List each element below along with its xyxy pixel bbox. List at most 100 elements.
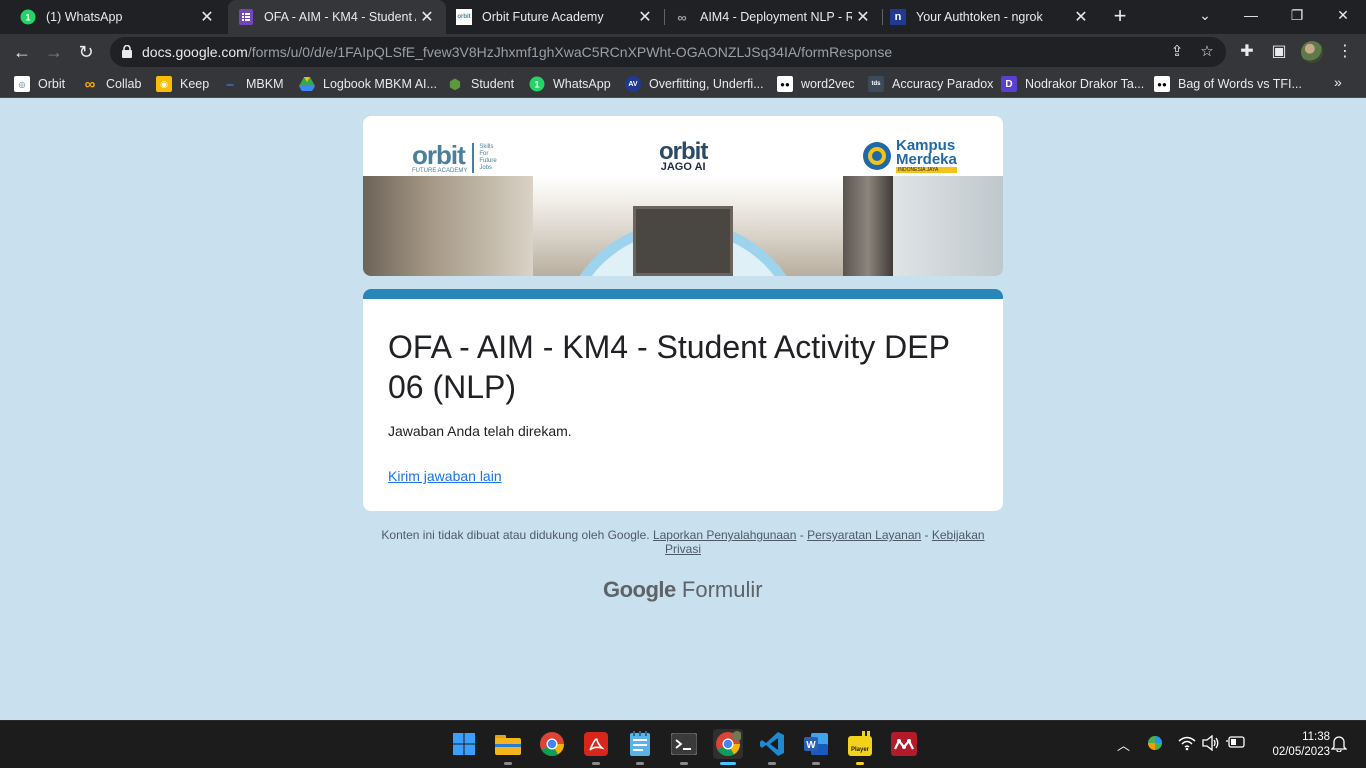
star-icon[interactable]: ☆ [1198,43,1216,61]
taskbar-file-explorer[interactable] [493,729,523,765]
bookmark-logbook[interactable]: Logbook MBKM AI... [299,75,437,93]
taskbar-mendeley[interactable] [889,729,919,759]
mbkm-icon: ▬ [226,80,234,88]
logo-tagline: Skills For Future Jobs [479,144,496,172]
url-text[interactable]: docs.google.com/forms/u/0/d/e/1FAIpQLSfE… [142,44,892,60]
show-hidden-icons-button[interactable]: ︿ [1117,735,1130,754]
bookmark-label: Orbit [38,77,66,91]
side-panel-icon[interactable]: ▣ [1269,42,1289,62]
terms-link[interactable]: Persyaratan Layanan [807,528,921,542]
tab-title: Orbit Future Academy [482,10,604,24]
bookmark-orbit[interactable]: ◎ Orbit [14,75,65,93]
tut-wuri-handayani-icon [863,142,891,170]
address-bar[interactable]: docs.google.com/forms/u/0/d/e/1FAIpQLSfE… [110,37,1226,67]
tab-whatsapp[interactable]: 1 (1) WhatsApp ✕ [0,0,226,34]
keep-icon: ◉ [156,76,172,92]
forward-button[interactable]: → [42,40,66,64]
tagline-line: For [479,150,489,157]
medium-icon: ●● [777,76,793,92]
wifi-icon[interactable] [1178,735,1196,754]
reload-icon: ↻ [78,42,94,62]
share-icon[interactable]: ⇪ [1168,43,1186,61]
taskbar-word[interactable]: W [801,729,831,765]
bookmarks-bar: ◎ Orbit ∞ Collab ◉ Keep ▬ MBKM Logbook MBKM … [0,70,1366,98]
tab-title: OFA - AIM - KM4 - Student Ac [264,10,416,24]
volume-icon[interactable] [1202,734,1220,754]
bookmark-label: Overfitting, Underfi... [649,77,764,91]
running-indicator [592,762,600,765]
confirmation-message: Jawaban Anda telah direkam. [388,423,572,439]
orbit-icon: orbit [456,9,472,25]
orbit-icon: ◎ [14,76,30,92]
bookmark-mbkm[interactable]: ▬ MBKM [222,75,284,93]
disclaimer-text: Konten ini tidak dibuat atau didukung ol… [381,528,650,542]
taskbar-vscode[interactable] [757,729,787,765]
chrome-icon [540,732,564,757]
close-icon[interactable]: ✕ [1070,7,1092,27]
google-forms-logo[interactable]: Google Formulir [603,577,763,603]
tab-orbit[interactable]: orbit Orbit Future Academy ✕ [446,0,664,34]
minimize-button[interactable]: — [1228,0,1274,32]
report-abuse-link[interactable]: Laporkan Penyalahgunaan [653,528,796,542]
new-tab-button[interactable]: + [1108,4,1132,30]
taskbar-potplayer[interactable]: Player [845,729,875,765]
notification-button[interactable] [1330,734,1348,755]
google-drive-icon [299,76,315,92]
taskbar-notepad[interactable] [625,729,655,765]
browser-toolbar: ← → ↻ docs.google.com/forms/u/0/d/e/1FAI… [0,34,1366,70]
tab-strip: 1 (1) WhatsApp ✕ OFA - AIM - KM4 - Stude… [0,0,1366,34]
tab-google-form[interactable]: OFA - AIM - KM4 - Student Ac ✕ [228,0,446,34]
reload-button[interactable]: ↻ [74,40,98,64]
puzzle-icon[interactable]: ✚ [1237,42,1257,62]
close-window-button[interactable]: ✕ [1320,0,1366,32]
restore-button[interactable]: ❐ [1274,0,1320,32]
close-icon[interactable]: ✕ [852,7,874,27]
windows-taskbar: W Player ︿ 11:38 02/05/2023 [0,720,1366,768]
avatar[interactable] [1301,41,1323,63]
tab-ngrok[interactable]: n Your Authtoken - ngrok ✕ [882,0,1100,34]
bookmark-nodrakor[interactable]: D Nodrakor Drakor Ta... [1001,75,1144,93]
taskbar-chrome-profile[interactable] [713,729,743,765]
tab-search-button[interactable]: ⌄ [1182,0,1228,32]
svg-text:1: 1 [25,13,30,23]
taskbar-acrobat[interactable] [581,729,611,765]
start-button[interactable] [449,729,479,759]
running-indicator [504,762,512,765]
form-header-image: orbit FUTURE ACADEMY Skills For Future J… [363,116,1003,276]
submit-another-response-link[interactable]: Kirim jawaban lain [388,468,502,484]
tagline-line: Future [479,157,497,164]
close-icon[interactable]: ✕ [196,7,218,27]
taskbar-terminal[interactable] [669,729,699,765]
bookmark-student[interactable]: ⬢ Student [447,75,514,93]
close-icon[interactable]: ✕ [416,7,438,27]
svg-text:Player: Player [851,747,870,753]
acrobat-icon [584,732,608,756]
vscode-icon [760,732,784,756]
bookmark-word2vec[interactable]: ●● word2vec [777,75,855,93]
bookmark-bagofwords[interactable]: ●● Bag of Words vs TFI... [1154,75,1302,93]
bookmark-label: Bag of Words vs TFI... [1178,77,1302,91]
bookmark-overfitting[interactable]: AV Overfitting, Underfi... [625,75,764,93]
bookmark-whatsapp[interactable]: 1 WhatsApp [529,75,611,93]
logo-subtitle: FUTURE ACADEMY [412,168,468,174]
double-chevron-right-icon: » [1334,74,1342,90]
logo-subtitle: JAGO AI [660,161,706,173]
back-button[interactable]: ← [10,40,34,64]
bookmarks-overflow-button[interactable]: » [1334,74,1342,90]
google-forms-icon [238,9,254,25]
student-icon: ⬢ [448,75,462,92]
system-clock[interactable]: 11:38 02/05/2023 [1254,730,1330,760]
lock-icon [122,45,132,58]
taskbar-chrome[interactable] [537,729,567,759]
running-indicator [768,762,776,765]
bookmark-keep[interactable]: ◉ Keep [156,75,209,93]
bookmark-collab[interactable]: ∞ Collab [82,75,142,93]
active-indicator [720,762,736,765]
battery-icon[interactable] [1226,735,1246,752]
more-vert-icon[interactable]: ⋮ [1335,42,1355,62]
bookmark-label: WhatsApp [553,77,611,91]
close-icon[interactable]: ✕ [634,7,656,27]
tray-app-icon[interactable] [1146,734,1164,755]
tab-colab[interactable]: ∞ AIM4 - Deployment NLP - Ru ✕ [664,0,882,34]
bookmark-accuracy[interactable]: tds Accuracy Paradox [868,75,993,93]
